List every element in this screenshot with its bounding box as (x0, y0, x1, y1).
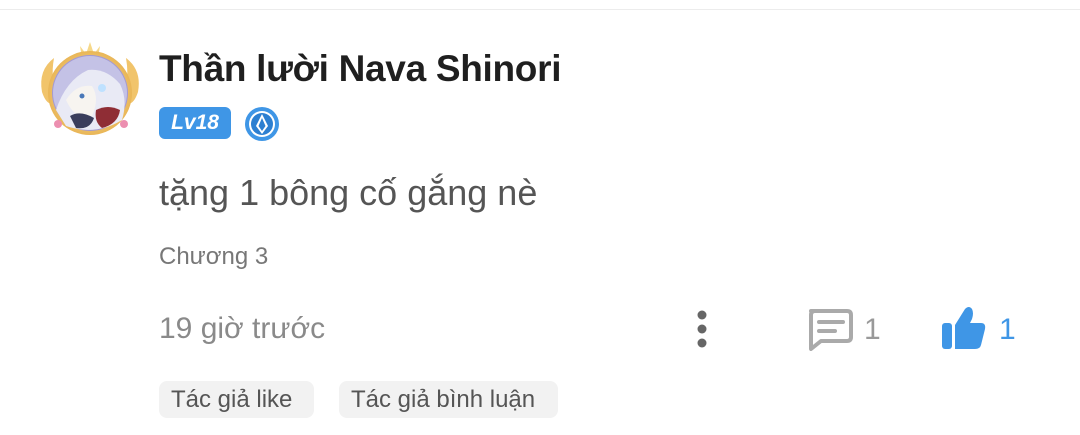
author-liked-tag: Tác giả like (159, 381, 314, 418)
author-commented-tag: Tác giả bình luận (339, 381, 558, 418)
avatar-icon (41, 42, 139, 135)
like-count: 1 (999, 313, 1016, 346)
level-badge: Lv18 (159, 107, 231, 139)
more-options-icon[interactable] (688, 307, 716, 351)
username[interactable]: Thần lười Nava Shinori (159, 48, 561, 90)
user-avatar[interactable] (36, 40, 144, 140)
like-thumbs-up-icon[interactable] (939, 305, 987, 351)
chapter-label[interactable]: Chương 3 (159, 243, 268, 271)
rank-medal-icon (244, 106, 280, 142)
top-divider (0, 9, 1080, 10)
reply-count: 1 (864, 313, 881, 346)
timestamp: 19 giờ trước (159, 312, 326, 345)
comment-text: tặng 1 bông cố gắng nè (159, 172, 538, 213)
reply-icon[interactable] (805, 307, 853, 351)
